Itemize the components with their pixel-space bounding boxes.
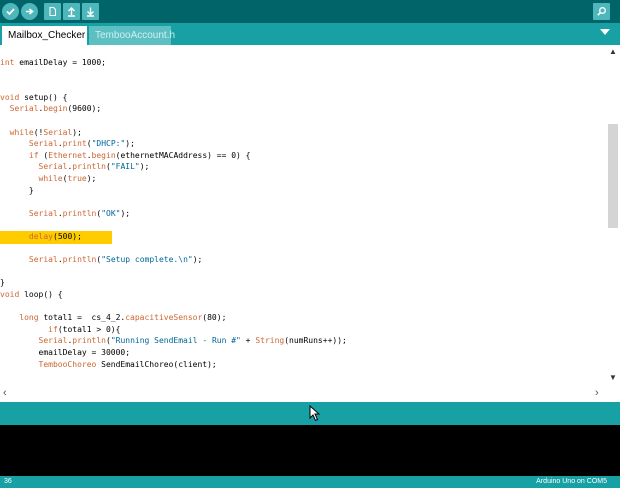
scroll-down-icon[interactable]: ▼	[609, 374, 617, 382]
scroll-up-icon[interactable]: ▲	[609, 48, 617, 56]
status-bar: 36 Arduino Uno on COM5	[0, 476, 620, 488]
code-line: delay(500);	[28, 232, 82, 241]
tab-menu-chevron-down-icon[interactable]	[600, 29, 610, 35]
checkmark-icon	[6, 8, 15, 16]
vertical-scroll-thumb[interactable]	[608, 124, 618, 228]
arrow-up-icon	[68, 7, 75, 17]
tab-bar: Mailbox_Checker § TembooAccount.h	[0, 23, 620, 45]
code-line: }	[0, 278, 5, 288]
save-button[interactable]	[82, 3, 99, 20]
code-line: void loop() {	[0, 290, 63, 299]
console-output[interactable]	[0, 425, 620, 476]
code-line: Serial.print("DHCP:");	[28, 139, 135, 149]
code-line: while(!Serial);	[9, 127, 82, 137]
code-line: Serial.println("FAIL");	[38, 162, 150, 172]
scroll-left-icon[interactable]: ‹	[3, 388, 7, 399]
arrow-right-icon	[26, 8, 34, 15]
code-line: if(total1 > 0){	[48, 324, 121, 334]
mouse-cursor-icon	[309, 405, 320, 422]
code-line: while(true);	[38, 174, 97, 183]
code-line: }	[0, 185, 34, 195]
line-number: 36	[4, 478, 12, 485]
magnifier-icon	[597, 7, 606, 16]
code-line: Serial.println("OK");	[28, 208, 131, 218]
open-button[interactable]	[63, 3, 80, 20]
tab-temboo-account[interactable]: TembooAccount.h	[89, 26, 175, 45]
code-line: long total1 = cs_4_2.capacitiveSensor(80…	[19, 313, 227, 323]
code-line: emailDelay = 30000;	[0, 348, 131, 357]
tab-mailbox-checker[interactable]: Mailbox_Checker §	[2, 26, 94, 45]
arrow-down-icon	[87, 7, 94, 17]
new-file-icon	[49, 6, 57, 17]
code-editor[interactable]: int emailDelay = 1000; void setup() { Ser…	[0, 45, 606, 385]
code-line: Serial.println("Setup complete.\n");	[28, 255, 203, 265]
code-line: Serial.println("Running SendEmail - Run …	[38, 336, 347, 346]
verify-button[interactable]	[2, 3, 19, 20]
upload-button[interactable]	[21, 3, 38, 20]
code-line: if (Ethernet.begin(ethernetMACAddress) =…	[28, 150, 251, 160]
code-line: Serial.begin(9600);	[9, 104, 102, 114]
new-button[interactable]	[44, 3, 61, 20]
serial-monitor-button[interactable]	[593, 3, 610, 20]
horizontal-scrollbar[interactable]: ‹ ›	[0, 385, 620, 402]
scroll-right-icon[interactable]: ›	[595, 388, 599, 399]
toolbar	[0, 0, 620, 23]
code-line: int emailDelay = 1000;	[0, 58, 106, 67]
vertical-scrollbar[interactable]: ▲ ▼	[606, 45, 620, 385]
code-line: TembooChoreo SendEmailChoreo(client);	[38, 359, 217, 369]
board-info: Arduino Uno on COM5	[536, 478, 607, 485]
code-line: void setup() {	[0, 92, 68, 102]
